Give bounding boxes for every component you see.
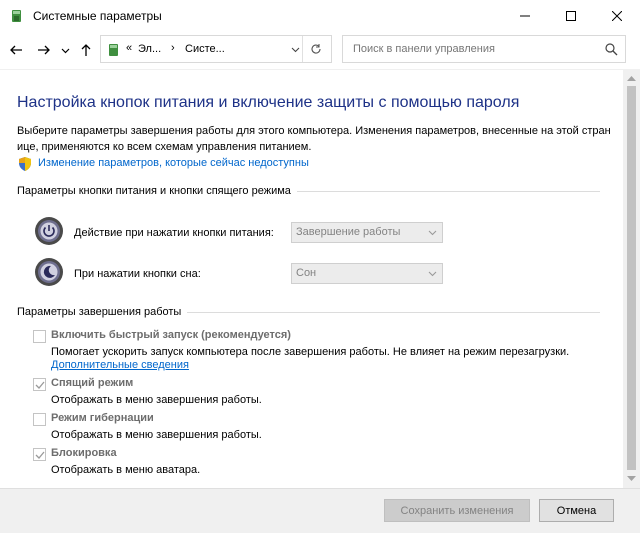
cancel-button[interactable]: Отмена <box>539 499 614 522</box>
sleep-button-icon <box>35 258 63 286</box>
save-changes-button: Сохранить изменения <box>384 499 530 522</box>
arrow-up-icon <box>81 44 91 56</box>
address-bar[interactable]: « Эл... › Систе... <box>100 35 332 63</box>
page-description: Выберите параметры завершения работы для… <box>17 123 617 155</box>
refresh-icon[interactable] <box>310 43 322 55</box>
forward-button[interactable] <box>34 40 54 60</box>
scrollbar-thumb[interactable] <box>627 86 636 470</box>
power-button-action-label: Действие при нажатии кнопки питания: <box>74 227 274 239</box>
sleep-checkbox <box>33 378 46 391</box>
chevron-down-icon <box>428 230 437 236</box>
divider <box>0 69 640 70</box>
search-icon[interactable] <box>605 43 618 56</box>
checkmark-icon <box>35 451 45 459</box>
control-panel-icon <box>109 44 118 56</box>
chevron-down-icon <box>61 48 69 53</box>
scroll-down-icon[interactable] <box>627 476 636 482</box>
recent-locations-button[interactable] <box>58 40 72 60</box>
change-unavailable-settings-link[interactable]: Изменение параметров, которые сейчас нед… <box>38 157 309 169</box>
sleep-button-action-value: Сон <box>296 267 317 279</box>
breadcrumb-separator[interactable]: › <box>171 42 175 54</box>
power-button-action-select: Завершение работы <box>291 222 443 243</box>
search-placeholder: Поиск в панели управления <box>353 43 495 55</box>
chevron-down-icon <box>428 271 437 277</box>
breadcrumb-item[interactable]: Систе... <box>185 43 225 55</box>
power-button-action-value: Завершение работы <box>296 226 401 238</box>
more-info-link[interactable]: Дополнительные сведения <box>51 359 189 371</box>
sleep-label: Спящий режим <box>51 377 134 389</box>
back-button[interactable] <box>6 40 26 60</box>
lock-checkbox <box>33 448 46 461</box>
power-button-icon <box>35 217 63 245</box>
description-line: Выберите параметры завершения работы для… <box>17 125 611 137</box>
title-bar: Системные параметры <box>0 0 640 32</box>
shutdown-settings-group-label: Параметры завершения работы <box>17 306 188 318</box>
close-button[interactable] <box>594 0 640 32</box>
uac-shield-icon <box>19 157 31 171</box>
search-field[interactable]: Поиск в панели управления <box>342 35 626 63</box>
chevron-down-icon[interactable] <box>291 43 300 55</box>
fast-startup-description: Помогает ускорить запуск компьютера посл… <box>51 346 570 358</box>
close-icon <box>612 11 622 21</box>
sleep-button-action-select: Сон <box>291 263 443 284</box>
hibernate-description: Отображать в меню завершения работы. <box>51 429 262 441</box>
hibernate-label: Режим гибернации <box>51 412 154 424</box>
sleep-description: Отображать в меню завершения работы. <box>51 394 262 406</box>
arrow-left-icon <box>10 45 22 55</box>
checkmark-icon <box>35 381 45 389</box>
hibernate-checkbox <box>33 413 46 426</box>
minimize-button[interactable] <box>502 0 548 32</box>
maximize-icon <box>566 11 576 21</box>
up-button[interactable] <box>76 40 96 60</box>
page-title: Настройка кнопок питания и включение защ… <box>17 94 520 111</box>
maximize-button[interactable] <box>548 0 594 32</box>
breadcrumb-overflow[interactable]: « <box>126 42 132 54</box>
control-panel-icon <box>12 10 21 22</box>
window-title: Системные параметры <box>33 9 162 23</box>
lock-label: Блокировка <box>51 447 117 459</box>
lock-description: Отображать в меню аватара. <box>51 464 201 476</box>
fast-startup-checkbox <box>33 330 46 343</box>
sleep-button-action-label: При нажатии кнопки сна: <box>74 268 201 280</box>
breadcrumb-item[interactable]: Эл... <box>138 43 161 55</box>
fast-startup-label: Включить быстрый запуск (рекомендуется) <box>51 329 291 341</box>
arrow-right-icon <box>38 45 50 55</box>
power-buttons-group-label: Параметры кнопки питания и кнопки спящег… <box>17 185 297 197</box>
divider <box>302 36 303 62</box>
scroll-up-icon[interactable] <box>627 75 636 81</box>
description-line: ице, применяются ко всем схемам управлен… <box>17 141 312 153</box>
minimize-icon <box>520 15 530 17</box>
